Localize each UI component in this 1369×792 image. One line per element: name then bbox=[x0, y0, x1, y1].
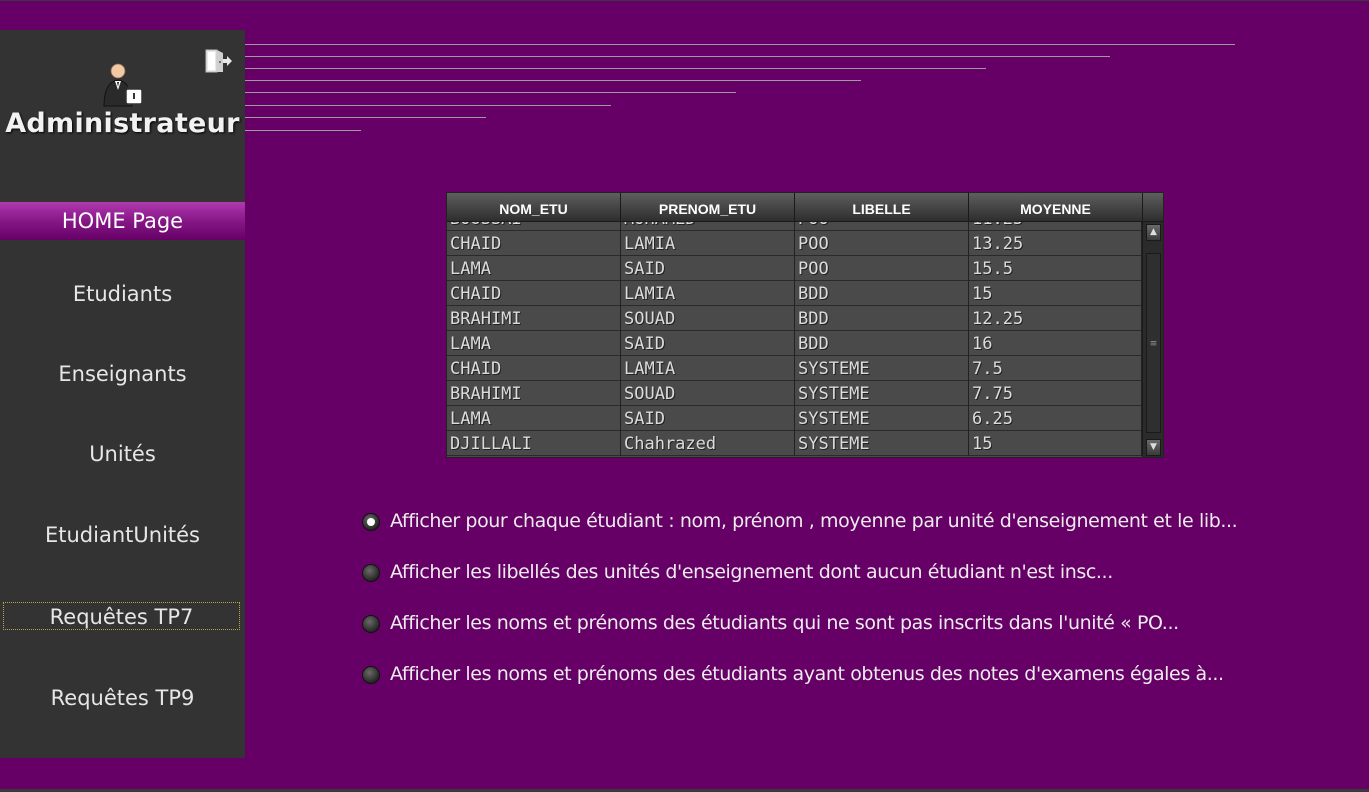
cell-moyenne: 13.25 bbox=[969, 231, 1142, 256]
cell-libelle: SYSTEME bbox=[795, 356, 969, 381]
table-row[interactable]: LAMA SAID SYSTEME 6.25 bbox=[447, 406, 1142, 431]
cell-prenom-etu: LAMIA bbox=[621, 231, 795, 256]
query-option-label[interactable]: Afficher les noms et prénoms des étudian… bbox=[390, 663, 1224, 685]
scroll-thumb[interactable]: ≡ bbox=[1146, 253, 1161, 433]
table-header: NOM_ETU PRENOM_ETU LIBELLE MOYENNE bbox=[447, 193, 1163, 222]
cell-prenom-etu: SAID bbox=[621, 406, 795, 431]
query-option-label[interactable]: Afficher pour chaque étudiant : nom, pré… bbox=[390, 510, 1238, 532]
sidebar: Administrateur HOME Page Etudiants Ensei… bbox=[0, 30, 245, 758]
cell-moyenne: 6.25 bbox=[969, 406, 1142, 431]
nav-unites[interactable]: Unités bbox=[0, 442, 245, 466]
cell-moyenne: 15 bbox=[969, 281, 1142, 306]
table-row[interactable]: DJILLALI Chahrazed SYSTEME 15 bbox=[447, 431, 1142, 456]
column-header-moyenne[interactable]: MOYENNE bbox=[969, 193, 1143, 221]
decorative-line bbox=[245, 68, 986, 69]
cell-nom-etu: BOUSSAI bbox=[447, 222, 621, 231]
table-row[interactable]: BRAHIMI SOUAD SYSTEME 7.75 bbox=[447, 381, 1142, 406]
radio-button[interactable] bbox=[362, 615, 380, 633]
table-scrollbar[interactable]: ▲ ≡ ▼ bbox=[1142, 222, 1163, 457]
decorative-line bbox=[245, 105, 611, 106]
decorative-line bbox=[245, 130, 361, 131]
logout-icon[interactable] bbox=[204, 48, 232, 74]
cell-nom-etu: LAMA bbox=[447, 256, 621, 281]
decorative-line bbox=[245, 80, 861, 81]
cell-prenom-etu: LAMIA bbox=[621, 281, 795, 306]
radio-button[interactable] bbox=[362, 564, 380, 582]
cell-nom-etu: BRAHIMI bbox=[447, 306, 621, 331]
cell-nom-etu: BRAHIMI bbox=[447, 381, 621, 406]
cell-moyenne: 15 bbox=[969, 431, 1142, 456]
nav-requetes-tp9[interactable]: Requêtes TP9 bbox=[0, 686, 245, 710]
cell-libelle: SYSTEME bbox=[795, 381, 969, 406]
radio-button-selected[interactable] bbox=[362, 513, 380, 531]
cell-prenom-etu: Chahrazed bbox=[621, 431, 795, 456]
cell-libelle: BDD bbox=[795, 331, 969, 356]
cell-prenom-etu: MOHAMED bbox=[621, 222, 795, 231]
query-option-label[interactable]: Afficher les noms et prénoms des étudian… bbox=[390, 612, 1179, 634]
cell-moyenne: 7.75 bbox=[969, 381, 1142, 406]
cell-moyenne: 7.5 bbox=[969, 356, 1142, 381]
column-header-prenom-etu[interactable]: PRENOM_ETU bbox=[621, 193, 795, 221]
decorative-line bbox=[245, 44, 1235, 45]
cell-libelle: SYSTEME bbox=[795, 431, 969, 456]
cell-libelle: POO bbox=[795, 256, 969, 281]
query-option-label[interactable]: Afficher les libellés des unités d'ensei… bbox=[390, 561, 1113, 583]
nav-enseignants[interactable]: Enseignants bbox=[0, 362, 245, 386]
nav-etudiants[interactable]: Etudiants bbox=[0, 282, 245, 306]
table-row[interactable]: CHAID LAMIA BDD 15 bbox=[447, 281, 1142, 306]
column-header-libelle[interactable]: LIBELLE bbox=[795, 193, 969, 221]
table-row[interactable]: CHAID LAMIA POO 13.25 bbox=[447, 231, 1142, 256]
admin-title: Administrateur bbox=[5, 108, 240, 139]
cell-prenom-etu: SOUAD bbox=[621, 381, 795, 406]
decorative-line bbox=[245, 117, 486, 118]
cell-libelle: BDD bbox=[795, 281, 969, 306]
cell-nom-etu: CHAID bbox=[447, 231, 621, 256]
cell-moyenne: 11.25 bbox=[969, 222, 1142, 231]
cell-nom-etu: LAMA bbox=[447, 406, 621, 431]
cell-prenom-etu: SAID bbox=[621, 256, 795, 281]
scroll-up-button[interactable]: ▲ bbox=[1146, 224, 1161, 241]
admin-avatar-icon bbox=[96, 60, 148, 108]
nav-etudiant-unites[interactable]: EtudiantUnités bbox=[0, 523, 245, 547]
decorative-line bbox=[245, 92, 736, 93]
table-row[interactable]: LAMA SAID BDD 16 bbox=[447, 331, 1142, 356]
cell-nom-etu: LAMA bbox=[447, 331, 621, 356]
table-row[interactable]: BOUSSAIMOHAMEDPOO11.25 bbox=[447, 222, 1142, 231]
cell-moyenne: 16 bbox=[969, 331, 1142, 356]
window-top-border bbox=[0, 0, 1369, 1]
cell-nom-etu: DJILLALI bbox=[447, 431, 621, 456]
cell-moyenne: 15.5 bbox=[969, 256, 1142, 281]
cell-moyenne: 12.25 bbox=[969, 306, 1142, 331]
cell-prenom-etu: SOUAD bbox=[621, 306, 795, 331]
cell-nom-etu: CHAID bbox=[447, 356, 621, 381]
table-body: BOUSSAIMOHAMEDPOO11.25CHAIDLAMIAPOO13.25… bbox=[447, 222, 1142, 457]
nav-home-page[interactable]: HOME Page bbox=[0, 202, 245, 240]
results-table: NOM_ETU PRENOM_ETU LIBELLE MOYENNE BOUSS… bbox=[446, 192, 1164, 458]
cell-libelle: POO bbox=[795, 231, 969, 256]
table-row[interactable]: CHAID LAMIA SYSTEME 7.5 bbox=[447, 356, 1142, 381]
column-header-nom-etu[interactable]: NOM_ETU bbox=[447, 193, 621, 221]
cell-prenom-etu: SAID bbox=[621, 331, 795, 356]
table-row[interactable]: LAMA SAID POO 15.5 bbox=[447, 256, 1142, 281]
table-row[interactable]: BRAHIMI SOUAD BDD 12.25 bbox=[447, 306, 1142, 331]
radio-button[interactable] bbox=[362, 666, 380, 684]
decorative-line bbox=[245, 56, 1110, 57]
scroll-down-button[interactable]: ▼ bbox=[1146, 439, 1161, 456]
cell-libelle: BDD bbox=[795, 306, 969, 331]
cell-nom-etu: CHAID bbox=[447, 281, 621, 306]
cell-prenom-etu: LAMIA bbox=[621, 356, 795, 381]
cell-libelle: SYSTEME bbox=[795, 406, 969, 431]
nav-requetes-tp7[interactable]: Requêtes TP7 bbox=[3, 602, 240, 630]
cell-libelle: POO bbox=[795, 222, 969, 231]
